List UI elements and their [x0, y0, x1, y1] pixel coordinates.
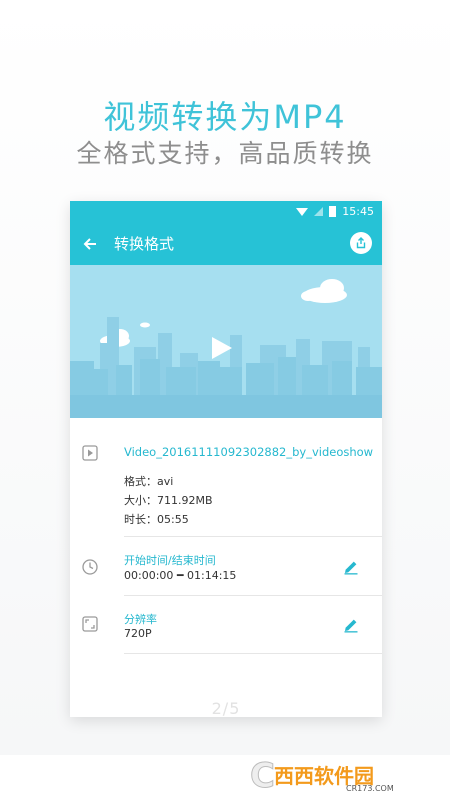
size-row: 大小：711.92MB	[124, 492, 213, 508]
divider	[124, 653, 382, 654]
edit-trim-pencil-icon[interactable]	[342, 558, 360, 576]
signal-icon	[314, 207, 324, 216]
file-name: Video_20161111092302882_by_videoshow	[124, 445, 374, 459]
trim-value: 00:00:00 ━ 01:14:15	[124, 569, 237, 582]
size-value: 711.92MB	[157, 494, 213, 507]
back-arrow-icon[interactable]	[80, 234, 100, 254]
clock-icon	[82, 559, 98, 575]
divider	[124, 595, 382, 596]
video-file-icon	[82, 445, 98, 461]
size-label: 大小：	[124, 494, 157, 507]
share-icon	[356, 237, 366, 249]
status-bar: 15:45	[70, 201, 382, 222]
resolution-title: 分辨率	[124, 613, 157, 626]
screen-title: 转换格式	[114, 235, 175, 253]
format-value: avi	[157, 475, 174, 488]
duration-row: 时长：05:55	[124, 511, 189, 527]
duration-value: 05:55	[157, 513, 189, 526]
format-label: 格式：	[124, 475, 157, 488]
phone-screen: 15:45 转换格式 Video_20161111092302882_by_vi…	[70, 201, 382, 717]
resolution-icon	[82, 616, 98, 632]
resolution-value: 720P	[124, 627, 152, 640]
duration-label: 时长：	[124, 513, 157, 526]
svg-text:CR173.COM: CR173.COM	[346, 784, 394, 793]
page-indicator: 2/5	[211, 699, 241, 717]
wifi-icon	[296, 207, 309, 216]
play-icon[interactable]	[212, 337, 232, 359]
battery-icon	[329, 206, 337, 217]
svg-text:C: C	[250, 757, 275, 793]
hero-title: 视频转换为MP4	[103, 98, 347, 136]
hero-subtitle: 全格式支持，高品质转换	[76, 139, 374, 168]
share-button[interactable]	[350, 232, 372, 254]
trim-title: 开始时间/结束时间	[124, 554, 216, 567]
divider	[124, 536, 382, 537]
site-watermark: C 西西软件园 CR173.COM	[246, 756, 446, 797]
edit-resolution-pencil-icon[interactable]	[342, 616, 360, 634]
status-time: 15:45	[342, 205, 374, 218]
app-bar: 转换格式	[70, 222, 382, 265]
video-preview[interactable]	[70, 265, 382, 418]
format-row: 格式：avi	[124, 473, 173, 489]
cr173-logo-icon: C 西西软件园 CR173.COM	[250, 756, 394, 797]
